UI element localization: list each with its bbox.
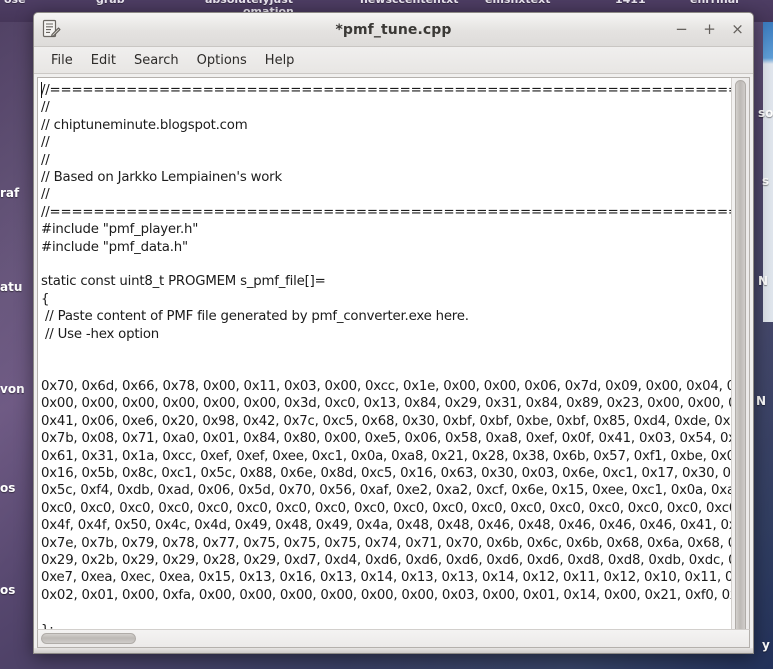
maximize-button[interactable]: +: [702, 22, 717, 37]
edge-label-left-4: os: [0, 583, 16, 597]
edge-label-left-2: von: [0, 382, 25, 396]
horizontal-scrollbar[interactable]: [37, 629, 750, 648]
code-text-view[interactable]: //======================================…: [38, 78, 731, 629]
desktop-background: ose grab absolutelyjust omation newsccen…: [0, 0, 773, 669]
background-tab-4: newsccententxt: [360, 0, 459, 6]
menu-item-help[interactable]: Help: [256, 50, 304, 71]
horizontal-scroll-thumb[interactable]: [41, 633, 136, 644]
menu-item-search[interactable]: Search: [125, 50, 188, 71]
background-tab-1: grab: [96, 0, 125, 6]
source-code-content: //======================================…: [41, 83, 731, 629]
vertical-scrollbar[interactable]: [731, 78, 749, 636]
menu-item-file[interactable]: File: [42, 50, 82, 71]
edge-label-right-3: N: [756, 394, 767, 408]
menu-item-edit[interactable]: Edit: [82, 50, 125, 71]
edge-label-left-1: atu: [0, 280, 23, 294]
window-controls: − + ×: [674, 13, 745, 46]
minimize-button[interactable]: −: [674, 22, 689, 37]
edge-label-right-2: N: [758, 274, 769, 288]
window-title: *pmf_tune.cpp: [335, 21, 452, 38]
background-tab-7: enrrinar: [690, 0, 741, 6]
menubar: File Edit Search Options Help: [34, 47, 753, 74]
window-titlebar[interactable]: *pmf_tune.cpp − + ×: [34, 13, 753, 47]
edge-label-right-0: so: [758, 106, 773, 120]
background-tab-6: 1411: [615, 0, 646, 6]
close-button[interactable]: ×: [730, 22, 745, 37]
edge-label-right-4: y: [762, 638, 770, 652]
vertical-scroll-thumb[interactable]: [735, 80, 746, 636]
window-bottom-edge: [34, 648, 753, 653]
edge-label-right-1: s: [762, 174, 770, 188]
edge-label-left-3: os: [0, 481, 16, 495]
edge-label-left-0: raf: [0, 186, 20, 200]
document-row: //======================================…: [37, 77, 750, 636]
menu-item-options[interactable]: Options: [188, 50, 256, 71]
text-editor-window: *pmf_tune.cpp − + × File Edit Search Opt…: [33, 12, 754, 654]
text-caret: [41, 82, 42, 98]
background-tab-5: emsnxtext: [485, 0, 550, 6]
document-area: //======================================…: [34, 74, 753, 648]
background-tab-0: ose: [4, 0, 26, 6]
